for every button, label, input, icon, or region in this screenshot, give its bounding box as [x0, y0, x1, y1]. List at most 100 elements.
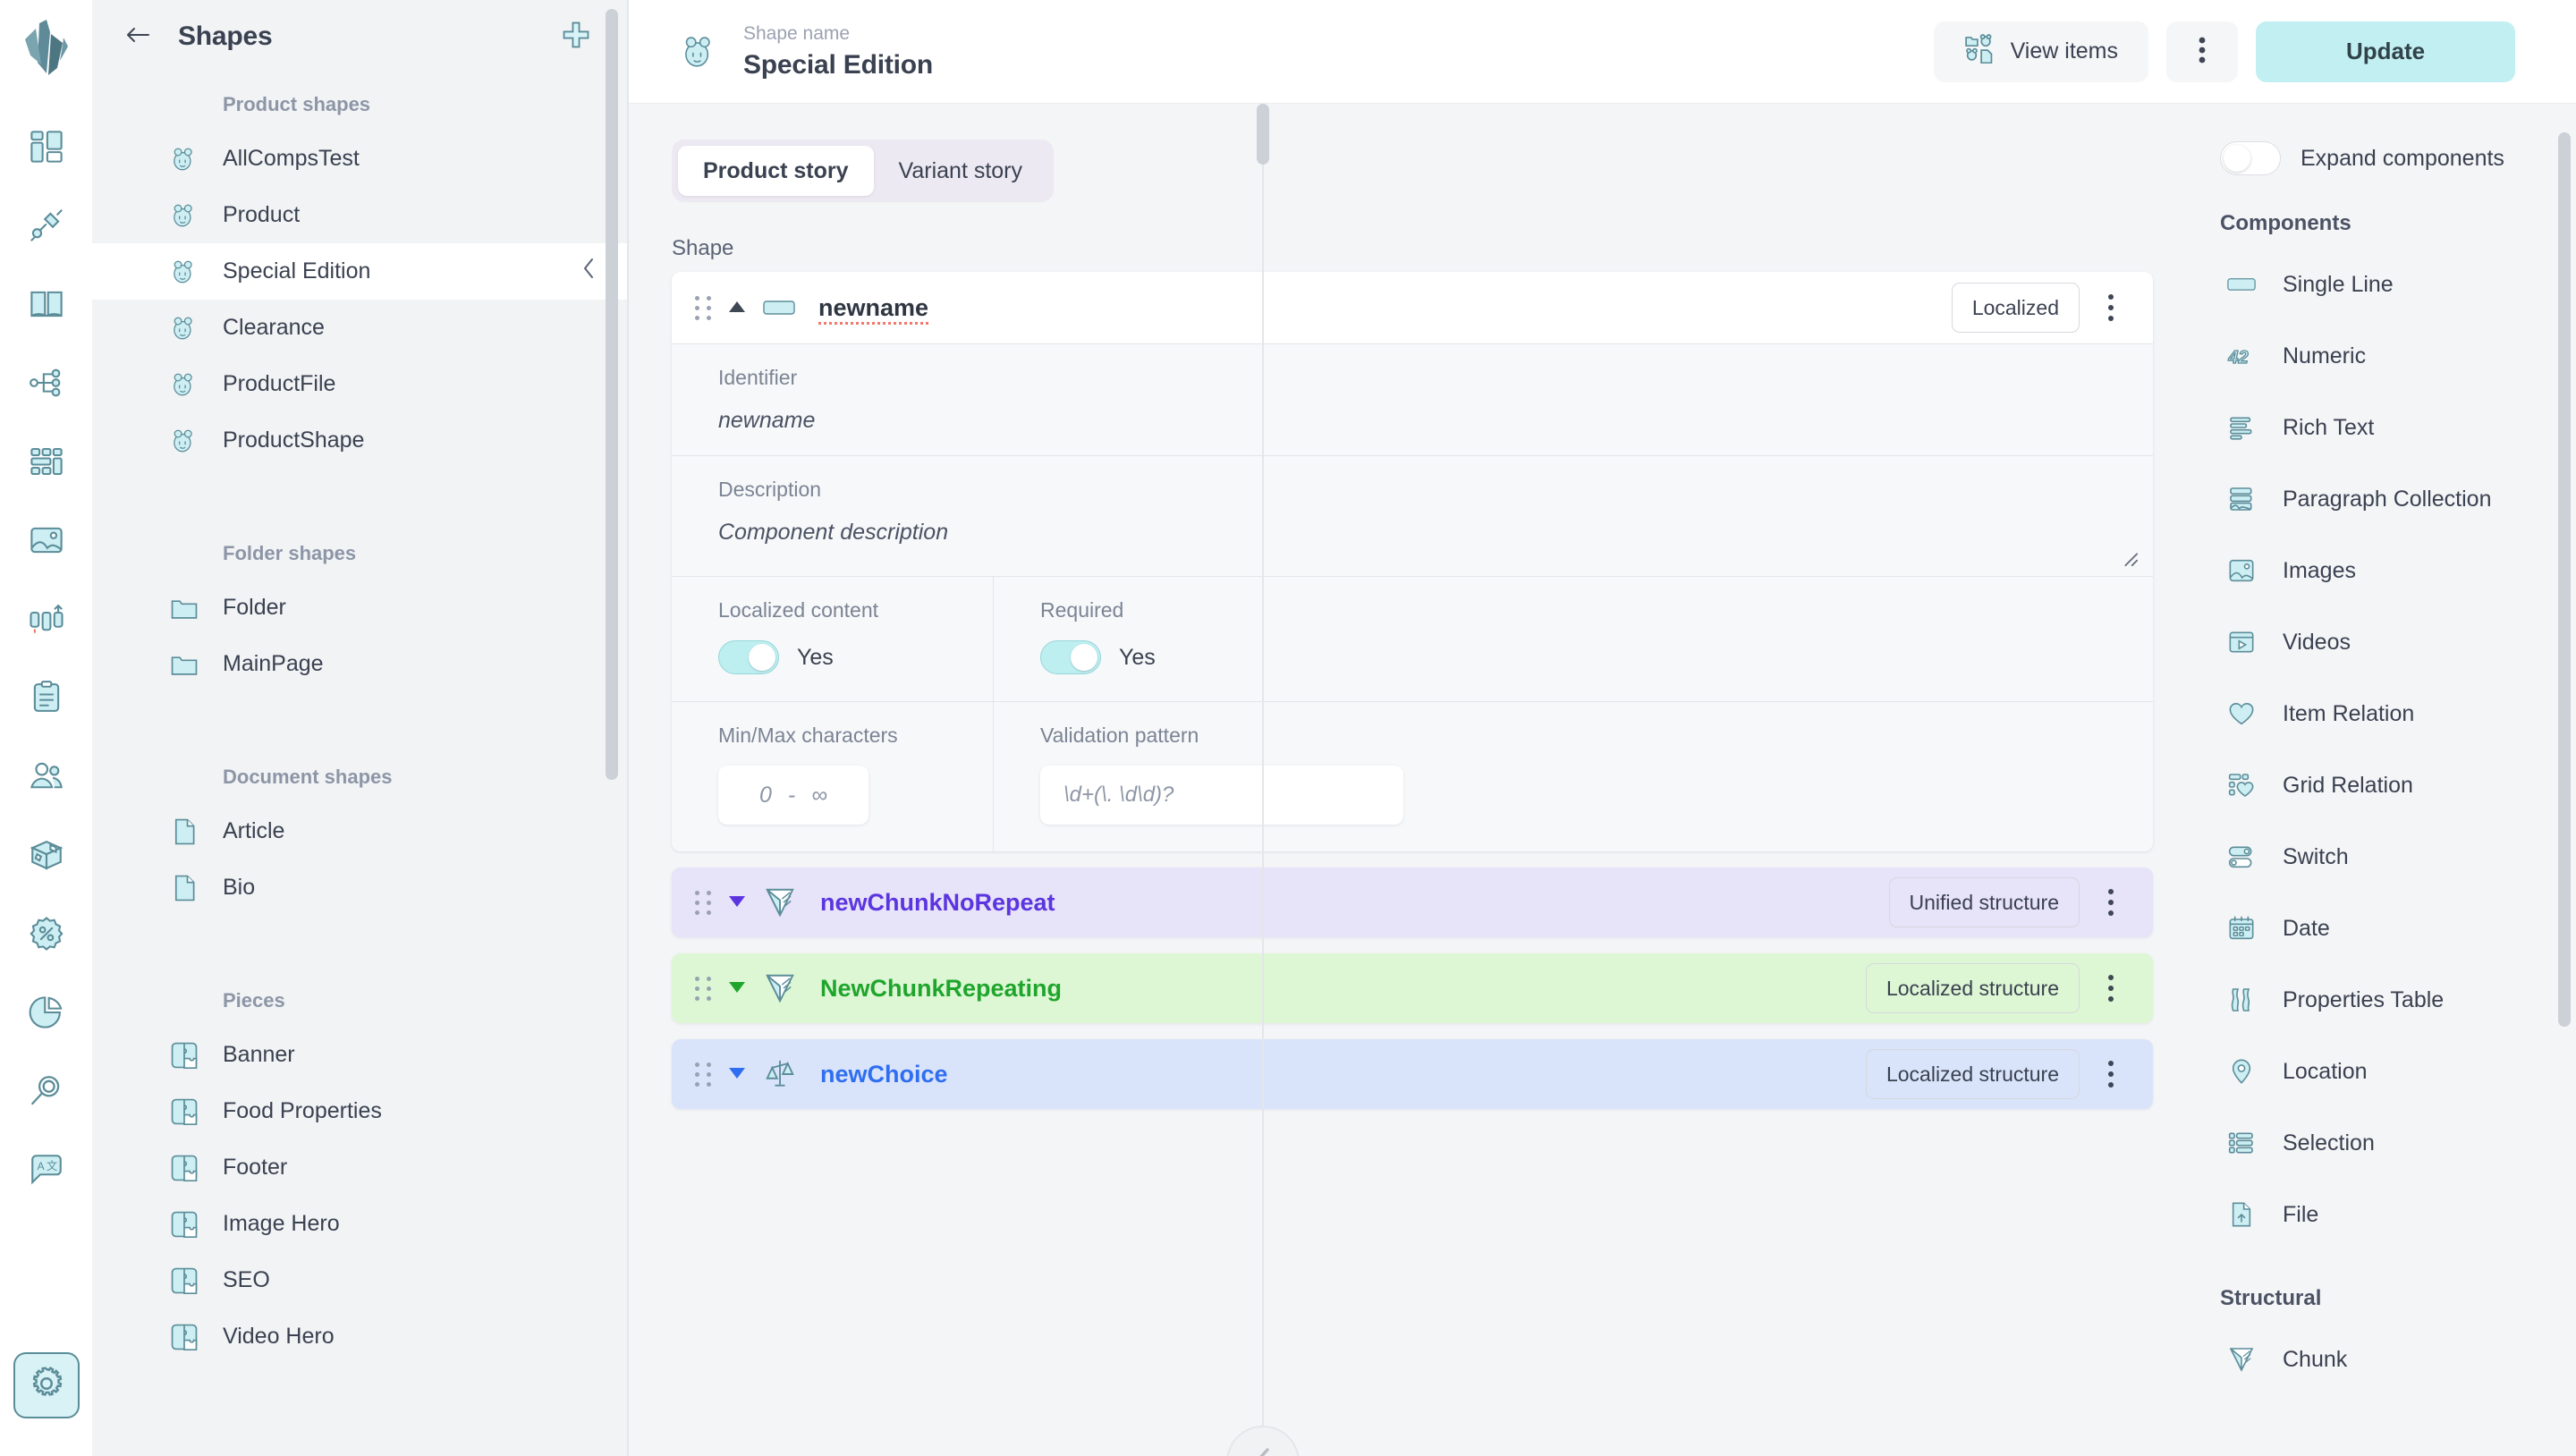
structure-row-name[interactable]: newChunkNoRepeat [820, 889, 1055, 917]
icon-rail: A 文 [0, 0, 92, 1456]
rail-item-documents[interactable] [13, 666, 80, 732]
add-shape-button[interactable] [555, 16, 597, 57]
sidebar-item-clearance[interactable]: Clearance [92, 300, 629, 356]
validation-pattern-input[interactable]: \d+(\. \d\d)? [1040, 766, 1403, 825]
caret-down-icon[interactable] [727, 1064, 747, 1085]
sidebar-item-food-properties[interactable]: Food Properties [92, 1083, 629, 1139]
grid-layout-icon [28, 443, 65, 485]
rail-item-grid[interactable] [13, 430, 80, 496]
update-button[interactable]: Update [2256, 21, 2515, 82]
structure-row-kebab-menu[interactable] [2090, 889, 2131, 916]
structure-row[interactable]: newChunkNoRepeat Unified structure [672, 868, 2153, 937]
sidebar-item-image-hero[interactable]: Image Hero [92, 1196, 629, 1252]
structure-row-chip[interactable]: Localized structure [1865, 1049, 2080, 1099]
canvas-scrollbar-thumb[interactable] [1257, 104, 1269, 165]
expand-components-toggle[interactable] [2220, 141, 2281, 175]
resize-handle-icon[interactable] [2119, 547, 2139, 567]
minmax-input-group[interactable]: 0 - ∞ [718, 766, 869, 825]
component-name[interactable]: newname [818, 294, 928, 322]
structure-row-name[interactable]: NewChunkRepeating [820, 975, 1062, 1003]
rail-item-settings[interactable] [13, 1352, 80, 1418]
structure-row-name[interactable]: newChoice [820, 1061, 948, 1088]
rail-item-discounts[interactable] [13, 902, 80, 969]
sidebar-item-seo[interactable]: SEO [92, 1252, 629, 1308]
sidebar-item-footer[interactable]: Footer [92, 1139, 629, 1196]
sidebar-item-folder[interactable]: Folder [92, 580, 629, 636]
max-characters-input[interactable]: ∞ [811, 783, 827, 808]
view-items-button[interactable]: View items [1933, 21, 2148, 82]
required-toggle[interactable] [1040, 640, 1101, 674]
palette-item-switch[interactable]: Switch [2200, 821, 2576, 893]
rail-item-subscriptions[interactable] [13, 588, 80, 654]
structure-row[interactable]: newChoice Localized structure [672, 1039, 2153, 1109]
palette-item-images[interactable]: Images [2200, 535, 2576, 606]
palette-item-numeric[interactable]: 42 Numeric [2200, 320, 2576, 392]
sidebar-item-bio[interactable]: Bio [92, 859, 629, 916]
components-panel-scrollbar-thumb[interactable] [2558, 132, 2571, 1027]
sidebar-item-article[interactable]: Article [92, 803, 629, 859]
sidebar-scrollbar[interactable] [606, 0, 618, 1456]
structure-row-chip[interactable]: Localized structure [1865, 963, 2080, 1013]
sidebar-item-productshape[interactable]: ProductShape [92, 412, 629, 469]
rail-item-customers[interactable] [13, 745, 80, 811]
structure-row-chip[interactable]: Unified structure [1888, 877, 2080, 927]
identifier-value[interactable]: newname [718, 408, 2153, 434]
sidebar-item-allcompstest[interactable]: AllCompsTest [92, 131, 629, 187]
palette-item-videos[interactable]: Videos [2200, 606, 2576, 678]
drag-handle-icon[interactable] [695, 976, 715, 1001]
view-items-label: View items [2010, 38, 2118, 63]
rail-item-translations[interactable]: A 文 [13, 1139, 80, 1205]
components-panel-scrollbar[interactable] [2558, 104, 2571, 1456]
sidebar-item-mainpage[interactable]: MainPage [92, 636, 629, 692]
sidebar-item-banner[interactable]: Banner [92, 1027, 629, 1083]
rail-item-orders[interactable] [13, 824, 80, 890]
rail-item-catalogue[interactable] [13, 273, 80, 339]
description-placeholder[interactable]: Component description [718, 520, 2153, 546]
shape-group-list: Product shapes AllCompsTest Product Spec… [92, 73, 629, 1365]
rail-item-apps[interactable] [13, 194, 80, 260]
palette-item-item-relation[interactable]: Item Relation [2200, 678, 2576, 749]
sidebar-item-video-hero[interactable]: Video Hero [92, 1308, 629, 1365]
crystalize-logo[interactable] [23, 20, 70, 81]
sidebar-item-special-edition[interactable]: Special Edition [92, 243, 629, 300]
structure-row-kebab-menu[interactable] [2090, 975, 2131, 1002]
tab-variant-story[interactable]: Variant story [874, 146, 1047, 196]
drag-handle-icon[interactable] [695, 890, 715, 915]
palette-item-grid-relation[interactable]: Grid Relation [2200, 749, 2576, 821]
rail-item-analytics[interactable] [13, 981, 80, 1047]
rail-item-dashboard[interactable] [13, 115, 80, 182]
palette-item-properties-table[interactable]: Properties Table [2200, 964, 2576, 1036]
structure-row-kebab-menu[interactable] [2090, 1061, 2131, 1088]
component-status-chip[interactable]: Localized [1951, 283, 2080, 333]
palette-item-chunk[interactable]: Chunk [2200, 1324, 2576, 1395]
rail-item-topology[interactable] [13, 351, 80, 418]
back-button[interactable] [117, 16, 158, 57]
palette-item-paragraph-collection[interactable]: Paragraph Collection [2200, 463, 2576, 535]
palette-item-location[interactable]: Location [2200, 1036, 2576, 1107]
drag-handle-icon[interactable] [695, 1062, 715, 1087]
caret-down-icon[interactable] [727, 978, 747, 999]
sidebar-scrollbar-thumb[interactable] [606, 9, 618, 780]
localized-content-toggle[interactable] [718, 640, 779, 674]
structure-row[interactable]: NewChunkRepeating Localized structure [672, 953, 2153, 1023]
caret-up-icon[interactable] [727, 298, 747, 318]
palette-item-rich-text[interactable]: Rich Text [2200, 392, 2576, 463]
app-root: A 文 Shapes Product shapes AllCompsTest P… [0, 0, 2576, 1456]
rail-item-search[interactable] [13, 1060, 80, 1126]
tab-product-story[interactable]: Product story [678, 146, 874, 196]
collapse-panel-button[interactable] [1226, 1426, 1300, 1456]
sidebar-item-productfile[interactable]: ProductFile [92, 356, 629, 412]
min-characters-input[interactable]: 0 [759, 783, 772, 808]
sidebar-item-product[interactable]: Product [92, 187, 629, 243]
palette-item-date[interactable]: Date [2200, 893, 2576, 964]
more-actions-button[interactable] [2166, 21, 2238, 82]
rail-item-media[interactable] [13, 509, 80, 575]
component-kebab-menu[interactable] [2090, 294, 2131, 321]
drag-handle-icon[interactable] [695, 295, 715, 320]
caret-down-icon[interactable] [727, 893, 747, 913]
palette-item-single-line[interactable]: Single Line [2200, 249, 2576, 320]
chevron-left-icon[interactable] [580, 257, 597, 286]
palette-item-file[interactable]: File [2200, 1179, 2576, 1250]
palette-item-selection[interactable]: Selection [2200, 1107, 2576, 1179]
